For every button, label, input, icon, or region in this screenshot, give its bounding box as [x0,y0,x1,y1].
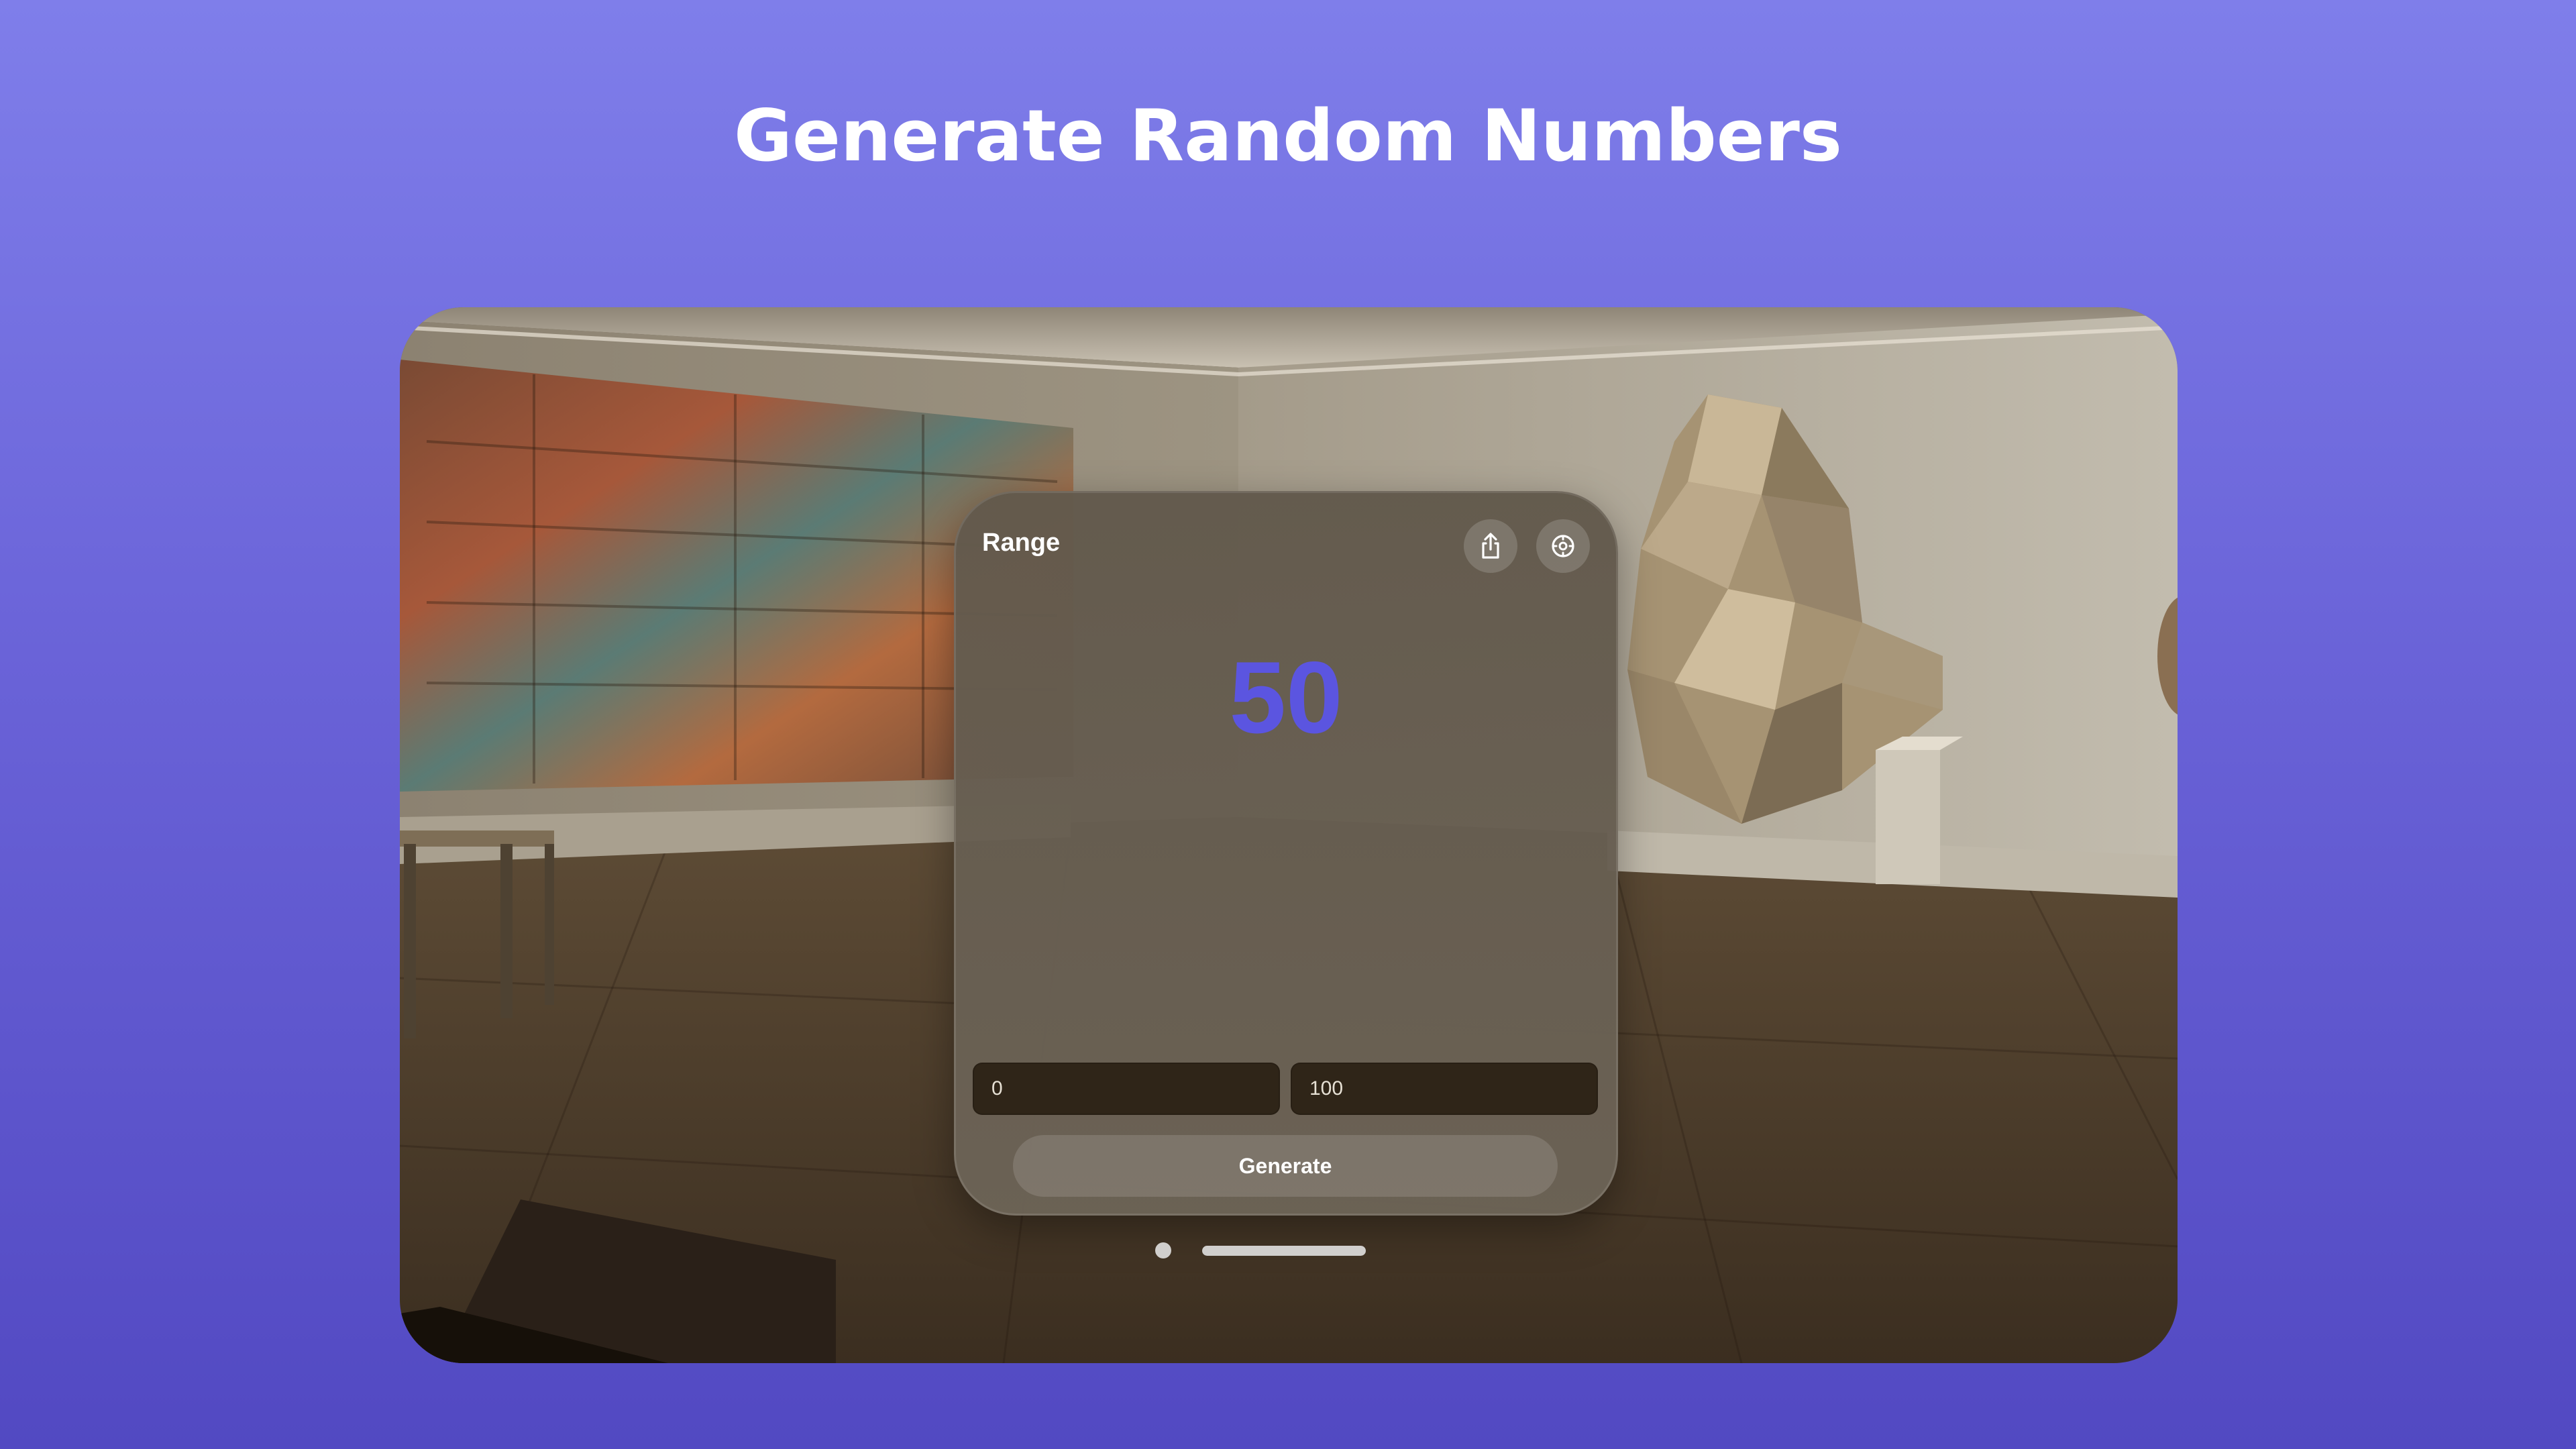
min-value-field[interactable]: 0 [973,1063,1280,1115]
generate-button[interactable]: Generate [1013,1135,1558,1197]
max-value-field[interactable]: 100 [1291,1063,1598,1115]
share-icon [1482,533,1499,559]
app-window: Range 50 0 100 Generate [954,491,1618,1216]
page-headline: Generate Random Numbers [734,95,1842,177]
window-grab-bar[interactable] [1202,1246,1366,1256]
max-value-text: 100 [1309,1077,1344,1099]
min-value-text: 0 [991,1077,1003,1099]
window-title: Range [982,529,1061,557]
result-number: 50 [1229,641,1343,755]
settings-button[interactable] [1536,519,1590,573]
settings-icon [1552,535,1574,557]
device-viewport: Range 50 0 100 Generate [400,307,2178,1363]
share-button[interactable] [1464,519,1517,573]
window-close-dot[interactable] [1155,1242,1171,1258]
